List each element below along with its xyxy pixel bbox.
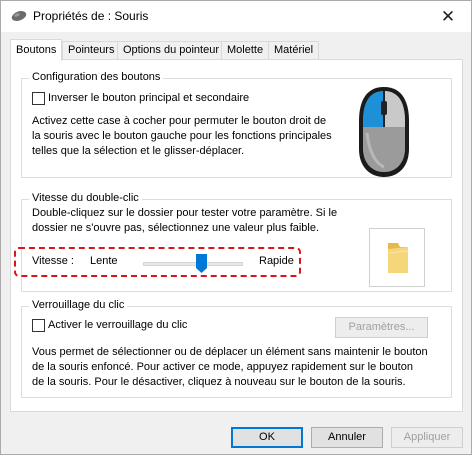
cancel-button[interactable]: Annuler (311, 427, 383, 448)
close-icon: ✕ (440, 7, 456, 26)
fast-label: Rapide (259, 255, 294, 267)
speed-slider-thumb[interactable] (196, 254, 207, 273)
mouse-title-icon (11, 11, 27, 21)
group-title-click-lock: Verrouillage du clic (29, 299, 128, 311)
apply-button[interactable]: Appliquer (391, 427, 463, 448)
folder-icon (388, 243, 409, 273)
buttons-config-description: Activez cette case à cocher pour permute… (32, 115, 332, 157)
speed-slider-track[interactable] (143, 262, 243, 266)
tab-pointeurs[interactable]: Pointeurs (62, 41, 121, 60)
mouse-icon (359, 87, 409, 177)
tab-boutons[interactable]: Boutons (10, 39, 63, 61)
click-lock-description: Vous permet de sélectionner ou de déplac… (32, 346, 428, 388)
test-folder[interactable] (369, 228, 425, 287)
close-button[interactable]: ✕ (425, 1, 471, 32)
tab-materiel[interactable]: Matériel (268, 41, 320, 60)
click-lock-label[interactable]: Activer le verrouillage du clic (48, 319, 187, 331)
title-bar: Propriétés de : Souris ✕ (1, 1, 471, 32)
group-title-double-click: Vitesse du double-clic (29, 192, 142, 204)
ok-button[interactable]: OK (231, 427, 303, 448)
click-lock-settings-button[interactable]: Paramètres... (335, 317, 428, 338)
slow-label: Lente (90, 255, 118, 267)
group-title-buttons-config: Configuration des boutons (29, 71, 164, 83)
window-title: Propriétés de : Souris (33, 9, 149, 23)
speed-label: Vitesse : (32, 255, 74, 267)
mouse-properties-dialog: Propriétés de : Souris ✕ Boutons Pointeu… (0, 0, 472, 455)
double-click-description: Double-cliquez sur le dossier pour teste… (32, 207, 338, 234)
swap-buttons-label[interactable]: Inverser le bouton principal et secondai… (48, 92, 249, 104)
click-lock-checkbox[interactable] (32, 319, 45, 332)
tab-options-du-pointeur[interactable]: Options du pointeur (117, 41, 226, 60)
tab-molette[interactable]: Molette (221, 41, 270, 60)
swap-buttons-checkbox[interactable] (32, 92, 45, 105)
